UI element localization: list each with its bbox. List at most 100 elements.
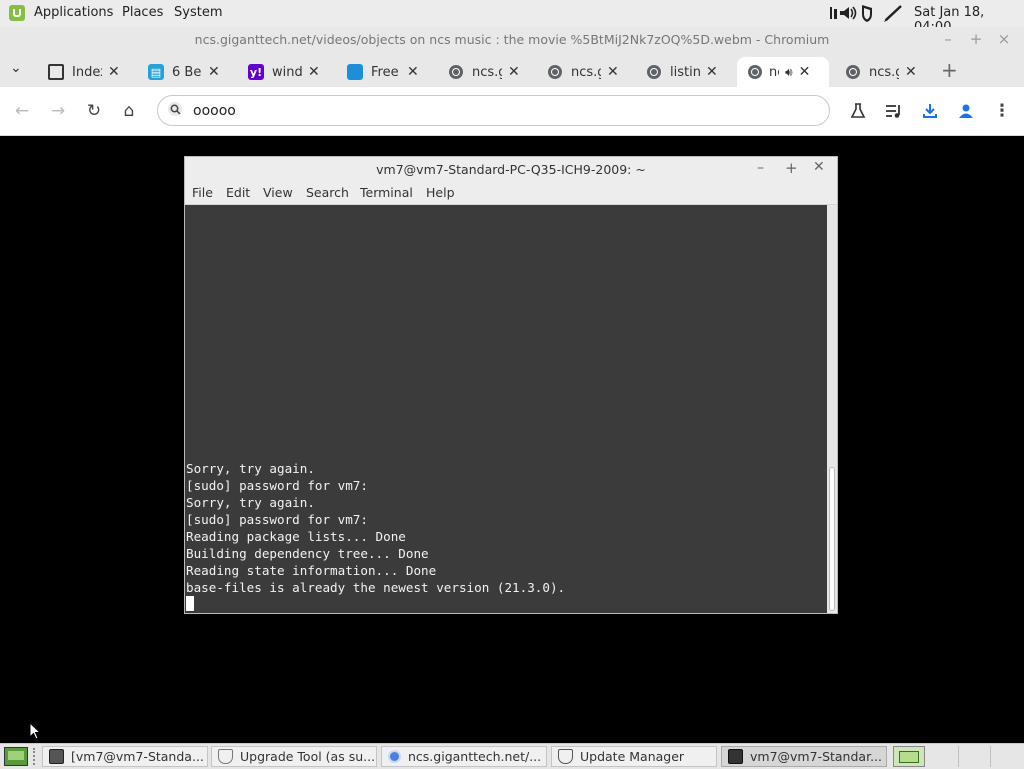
tab[interactable]: ncs.giganttech.net ✕ (835, 57, 930, 87)
menu-edit[interactable]: Edit (226, 185, 250, 200)
minimize-icon[interactable]: – (757, 160, 764, 176)
terminal-output[interactable]: Sorry, try again. [sudo] password for vm… (185, 205, 827, 613)
document-icon (48, 64, 64, 80)
close-tab-icon[interactable]: ✕ (799, 64, 811, 80)
panel-divider (990, 746, 991, 767)
tab-title: ncs.giganttech.net (571, 64, 601, 80)
close-tab-icon[interactable]: ✕ (607, 64, 619, 80)
tab[interactable]: Indexing ✕ (38, 57, 133, 87)
close-icon[interactable]: ✕ (813, 159, 825, 175)
panel-divider (958, 746, 959, 767)
maximize-icon[interactable]: + (966, 30, 986, 48)
terminal-line: Sorry, try again. (186, 461, 315, 476)
taskbar-item-label: Upgrade Tool (as su... (240, 749, 376, 764)
close-tab-icon[interactable]: ✕ (308, 64, 320, 80)
places-menu[interactable]: Places (122, 5, 163, 20)
workspace-icon (899, 750, 919, 763)
applications-menu[interactable]: Applications (34, 5, 113, 20)
tab[interactable]: listing ✕ (636, 57, 731, 87)
omnibox-input[interactable]: ooooo (193, 103, 236, 119)
show-desktop-icon[interactable] (4, 747, 28, 766)
terminal-line: Sorry, try again. (186, 495, 315, 510)
terminal-scrollbar[interactable] (827, 205, 837, 613)
tab[interactable]: ncs.giganttech.net ✕ (537, 57, 632, 87)
omnibox[interactable]: ooooo (157, 95, 830, 126)
terminal-line: Reading state information... Done (186, 563, 437, 578)
minimize-icon[interactable]: – (938, 30, 958, 48)
close-tab-icon[interactable]: ✕ (508, 64, 520, 80)
menu-kebab-icon[interactable]: ⋮ (990, 99, 1014, 123)
yahoo-icon: y! (248, 64, 264, 80)
tab-search-chevron-icon[interactable]: ⌄ (10, 60, 22, 76)
close-tab-icon[interactable]: ✕ (706, 64, 718, 80)
tab[interactable]: y! windows ✕ (238, 57, 333, 87)
forward-icon[interactable]: → (46, 99, 70, 123)
terminal-titlebar[interactable]: vm7@vm7-Standard-PC-Q35-ICH9-2009: ~ – +… (185, 157, 837, 182)
close-tab-icon[interactable]: ✕ (208, 64, 220, 80)
taskbar-item-label: ncs.giganttech.net/... (408, 749, 542, 764)
tab-title: ncs.giganttech.net (472, 64, 502, 80)
terminal-line: base-files is already the newest version… (186, 580, 566, 595)
audio-playing-icon[interactable]: 🔊︎ (785, 65, 793, 80)
terminal-title: vm7@vm7-Standard-PC-Q35-ICH9-2009: ~ (376, 162, 646, 177)
panel-handle[interactable] (33, 748, 39, 765)
tab[interactable]: ▤ 6 Best ✕ (138, 57, 233, 87)
taskbar-item[interactable]: Update Manager (551, 746, 717, 767)
windows-logo-icon (347, 64, 363, 80)
tab-active[interactable]: ncs 🔊︎ ✕ (737, 57, 829, 87)
terminal-cursor (186, 596, 194, 611)
taskbar-item-active[interactable]: vm7@vm7-Standar... (721, 746, 887, 767)
reload-icon[interactable]: ↻ (82, 99, 106, 123)
media-controls-icon[interactable] (882, 99, 906, 123)
browser-titlebar[interactable]: ncs.giganttech.net/videos/objects on ncs… (0, 27, 1024, 53)
blue-square-icon: ▤ (148, 64, 164, 80)
terminal-window: vm7@vm7-Standard-PC-Q35-ICH9-2009: ~ – +… (184, 156, 838, 614)
tray-area (828, 3, 908, 23)
close-icon[interactable]: × (994, 30, 1014, 48)
home-icon[interactable]: ⌂ (117, 99, 141, 123)
workspace-switcher[interactable] (893, 746, 925, 767)
close-tab-icon[interactable]: ✕ (905, 64, 917, 80)
maximize-icon[interactable]: + (785, 159, 798, 177)
taskbar-item[interactable]: ncs.giganttech.net/... (381, 746, 547, 767)
network-icon[interactable] (830, 7, 837, 19)
browser-toolbar: ← → ↻ ⌂ ooooo ⋮ (0, 87, 1024, 136)
shield-icon[interactable] (862, 5, 872, 22)
labs-flask-icon[interactable] (846, 99, 870, 123)
globe-icon (547, 64, 563, 80)
back-icon[interactable]: ← (10, 99, 34, 123)
tab-title: ncs.giganttech.net (869, 64, 899, 80)
close-tab-icon[interactable]: ✕ (108, 64, 120, 80)
tab[interactable]: Free ✕ (337, 57, 432, 87)
search-icon (168, 102, 182, 116)
tab-title: ncs (769, 64, 779, 80)
tab[interactable]: ncs.giganttech.net ✕ (438, 57, 533, 87)
taskbar-item-label: vm7@vm7-Standar... (750, 749, 882, 764)
download-icon[interactable] (918, 99, 942, 123)
volume-icon[interactable] (840, 6, 857, 20)
system-menu[interactable]: System (174, 5, 222, 20)
taskbar-item-label: [vm7@vm7-Standa... (71, 749, 204, 764)
menu-file[interactable]: File (192, 185, 213, 200)
terminal-line: [sudo] password for vm7: (186, 478, 368, 493)
pen-icon[interactable] (884, 5, 902, 22)
tab-title: Indexing (72, 64, 102, 80)
new-tab-icon[interactable]: + (941, 58, 958, 82)
scrollbar-thumb[interactable] (829, 467, 835, 611)
menu-view[interactable]: View (263, 185, 293, 200)
taskbar-item[interactable]: [vm7@vm7-Standa... (42, 746, 208, 767)
menu-search[interactable]: Search (306, 185, 349, 200)
mint-menu-icon[interactable] (9, 5, 25, 21)
tab-title: Free (371, 64, 399, 80)
globe-icon (448, 64, 464, 80)
terminal-icon (728, 749, 743, 764)
profile-icon[interactable] (954, 99, 978, 123)
taskbar: [vm7@vm7-Standa... Upgrade Tool (as su..… (0, 743, 1024, 769)
browser-window-title: ncs.giganttech.net/videos/objects on ncs… (194, 32, 830, 47)
menu-terminal[interactable]: Terminal (360, 185, 413, 200)
globe-icon (747, 64, 763, 80)
taskbar-item[interactable]: Upgrade Tool (as su... (211, 746, 377, 767)
close-tab-icon[interactable]: ✕ (407, 64, 419, 80)
menu-help[interactable]: Help (426, 185, 455, 200)
chromium-icon (388, 750, 401, 763)
